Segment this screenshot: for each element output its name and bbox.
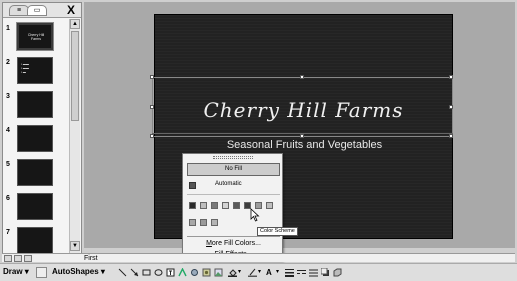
clipart-tool-icon[interactable] xyxy=(202,268,211,277)
slide-thumbnail[interactable] xyxy=(17,227,53,253)
draw-label: Draw xyxy=(3,267,23,276)
scroll-down-button[interactable]: ▼ xyxy=(70,241,80,251)
more-fill-colors-label: ore Fill Colors... xyxy=(211,240,261,247)
scroll-thumb[interactable] xyxy=(71,31,79,121)
color-swatch[interactable] xyxy=(211,202,218,209)
more-fill-colors-item[interactable]: More Fill Colors... xyxy=(187,238,280,249)
shadow-style-icon[interactable] xyxy=(321,268,330,277)
slide-number: 2 xyxy=(6,59,10,66)
resize-handle[interactable] xyxy=(300,75,304,79)
tab-slides[interactable]: ▭ xyxy=(27,5,47,16)
slide-show-button[interactable] xyxy=(24,255,32,262)
automatic-color-option[interactable]: Automatic xyxy=(187,180,280,191)
color-swatch[interactable] xyxy=(189,202,196,209)
recent-color-swatch[interactable] xyxy=(211,219,218,226)
divider xyxy=(187,194,280,195)
thumbnail-row[interactable]: 4 xyxy=(3,125,69,155)
select-objects-button[interactable] xyxy=(36,267,47,278)
slide-title[interactable]: Cherry Hill Farms xyxy=(153,98,454,122)
diagram-tool-icon[interactable] xyxy=(190,268,199,277)
resize-handle[interactable] xyxy=(150,75,154,79)
thumbnails-scrollbar[interactable]: ▲ ▼ xyxy=(69,19,80,253)
slide-number: 3 xyxy=(6,93,10,100)
notes-bar: First xyxy=(2,253,515,262)
line-tool-icon[interactable] xyxy=(118,268,127,277)
textbox-tool-icon[interactable] xyxy=(166,268,175,277)
font-color-dropdown[interactable]: ▾ xyxy=(276,268,285,277)
font-color-icon[interactable]: A xyxy=(266,268,275,277)
outline-icon: ≡ xyxy=(16,7,22,14)
autoshapes-label: AutoShapes xyxy=(52,267,99,276)
slide-number: 5 xyxy=(6,161,10,168)
wordart-tool-icon[interactable] xyxy=(178,268,187,277)
slide-number: 7 xyxy=(6,229,10,236)
picture-tool-icon[interactable] xyxy=(214,268,223,277)
slide-thumbnail[interactable]: Cherry Hill Farms xyxy=(16,22,54,51)
thumbnail-lines: ▪ ▬▬ ▪ ▬▬ ▪ ▬ xyxy=(21,62,29,74)
slide-thumbnail[interactable] xyxy=(17,159,53,186)
slide-number: 1 xyxy=(6,25,10,32)
dash-style-icon[interactable] xyxy=(297,268,306,277)
close-panel-button[interactable]: X xyxy=(65,3,77,17)
color-swatch[interactable] xyxy=(200,202,207,209)
slide-thumbnail[interactable] xyxy=(17,91,53,118)
color-scheme-tooltip: Color Scheme xyxy=(257,227,298,236)
3d-style-icon[interactable] xyxy=(333,268,342,277)
line-color-icon[interactable] xyxy=(248,268,257,277)
thumbnail-row[interactable]: 2 ▪ ▬▬ ▪ ▬▬ ▪ ▬ xyxy=(3,57,69,87)
slide-thumbnails: 1 Cherry Hill Farms 2 ▪ ▬▬▪ ▬▬▪ ▬ 3 4 xyxy=(3,19,69,253)
normal-view-button[interactable] xyxy=(4,255,12,262)
color-swatch[interactable] xyxy=(222,202,229,209)
thumbnail-row[interactable]: 3 xyxy=(3,91,69,121)
thumbnail-row[interactable]: 5 xyxy=(3,159,69,189)
notes-pane-text[interactable]: First xyxy=(84,254,98,263)
slide-subtitle[interactable]: Seasonal Fruits and Vegetables xyxy=(155,139,454,151)
oval-tool-icon[interactable] xyxy=(154,268,163,277)
thumbnail-title: Cherry Hill Farms xyxy=(27,33,45,41)
scroll-up-button[interactable]: ▲ xyxy=(70,19,80,29)
drawing-toolbar: Draw ▾ AutoShapes ▾ ▾ ▾ A ▾ xyxy=(0,263,517,281)
arrow-style-icon[interactable] xyxy=(309,268,318,277)
recent-color-swatch[interactable] xyxy=(189,219,196,226)
popup-drag-grip[interactable] xyxy=(213,156,253,159)
slide-thumbnail[interactable]: ▪ ▬▬ ▪ ▬▬ ▪ ▬ xyxy=(17,57,53,84)
rectangle-tool-icon[interactable] xyxy=(142,268,151,277)
mouse-cursor-icon xyxy=(250,208,260,222)
recent-color-swatch[interactable] xyxy=(200,219,207,226)
view-buttons xyxy=(2,254,38,263)
thumbnail-row[interactable]: 1 Cherry Hill Farms xyxy=(3,22,69,53)
draw-menu-button[interactable]: Draw ▾ xyxy=(3,267,29,276)
slides-panel: ≡ ▭ X 1 Cherry Hill Farms 2 ▪ ▬▬ ▪ ▬▬ ▪ ▬ xyxy=(2,2,82,254)
color-swatch[interactable] xyxy=(266,202,273,209)
slide-number: 6 xyxy=(6,195,10,202)
line-style-icon[interactable] xyxy=(285,268,294,277)
color-swatch[interactable] xyxy=(233,202,240,209)
automatic-label: Automatic xyxy=(215,181,242,187)
slide-editing-area: Cherry Hill Farms Seasonal Fruits and Ve… xyxy=(84,2,515,248)
slide-sorter-view-button[interactable] xyxy=(14,255,22,262)
no-fill-button[interactable]: No Fill xyxy=(187,163,280,176)
resize-handle[interactable] xyxy=(449,75,453,79)
divider xyxy=(187,236,280,237)
powerpoint-window: ≡ ▭ X 1 Cherry Hill Farms 2 ▪ ▬▬ ▪ ▬▬ ▪ ▬ xyxy=(0,0,517,281)
automatic-swatch xyxy=(189,182,196,189)
fill-color-dropdown[interactable]: ▾ xyxy=(238,268,247,277)
title-placeholder[interactable]: Cherry Hill Farms xyxy=(150,75,454,138)
slide-thumbnail[interactable] xyxy=(17,193,53,220)
arrow-tool-icon[interactable] xyxy=(130,268,139,277)
tab-outline[interactable]: ≡ xyxy=(9,5,29,16)
fill-color-icon[interactable] xyxy=(228,268,237,277)
autoshapes-menu-button[interactable]: AutoShapes ▾ xyxy=(52,267,105,276)
panel-tabs: ≡ ▭ X xyxy=(3,3,81,18)
slides-icon: ▭ xyxy=(33,7,41,14)
fill-color-popup: No Fill Automatic More Fill Colors... Fi… xyxy=(182,153,283,261)
slide-number: 4 xyxy=(6,127,10,134)
thumbnail-row[interactable]: 7 xyxy=(3,227,69,253)
thumbnail-row[interactable]: 6 xyxy=(3,193,69,223)
slide-thumbnail[interactable] xyxy=(17,125,53,152)
